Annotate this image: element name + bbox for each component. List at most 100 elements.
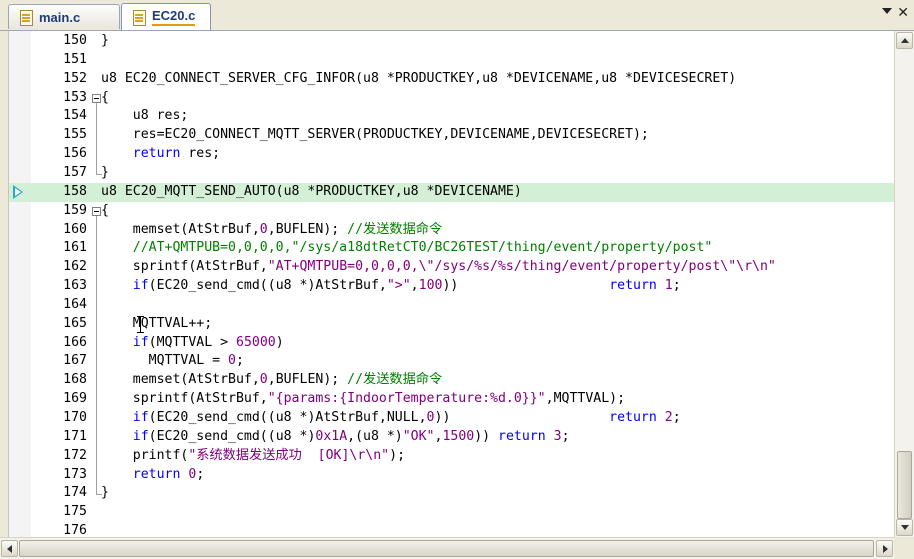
fold-guide-end xyxy=(96,173,102,175)
code-line[interactable]: 173 return 0; xyxy=(9,466,895,485)
code-line[interactable]: 165 MQTTVAL++; xyxy=(9,315,895,334)
tab-main-c[interactable]: main.c xyxy=(8,4,120,29)
line-number: 150 xyxy=(63,33,87,48)
code-token: return xyxy=(132,466,181,482)
line-number: 173 xyxy=(63,466,87,482)
code-line[interactable]: 169 sprintf(AtStrBuf,"{params:{IndoorTem… xyxy=(9,390,895,409)
code-token: ; xyxy=(196,466,205,482)
code-text: u8 EC20_CONNECT_SERVER_CFG_INFOR(u8 *PRO… xyxy=(101,70,736,89)
c-file-icon xyxy=(132,9,146,26)
code-token: ; xyxy=(236,353,244,369)
vertical-scroll-thumb[interactable] xyxy=(897,451,912,519)
code-line[interactable]: 166 if(MQTTVAL > 65000) xyxy=(9,334,895,353)
line-number: 166 xyxy=(63,334,87,350)
code-line[interactable]: 163 if(EC20_send_cmd((u8 *)AtStrBuf,">",… xyxy=(9,277,895,296)
code-line[interactable]: 152 u8 EC20_CONNECT_SERVER_CFG_INFOR(u8 *… xyxy=(9,70,895,89)
line-number: 152 xyxy=(63,70,87,86)
fold-minus-icon[interactable] xyxy=(92,93,101,103)
code-line[interactable]: 168 memset(AtStrBuf,0,BUFLEN); //发送数据命令 xyxy=(9,371,895,390)
code-token: 65000 xyxy=(236,334,276,350)
code-token: 1500 xyxy=(442,428,475,444)
code-token: } xyxy=(101,164,109,180)
code-token: if xyxy=(132,334,149,350)
code-line[interactable]: 161 //AT+QMTPUB=0,0,0,0,"/sys/a18dtRetCT… xyxy=(9,239,895,258)
fold-minus-icon[interactable] xyxy=(92,206,101,216)
code-text: memset(AtStrBuf,0,BUFLEN); //发送数据命令 xyxy=(101,221,442,240)
code-line[interactable]: 159 { xyxy=(9,202,895,221)
code-token: (EC20_send_cmd((u8 *)AtStrBuf,NULL, xyxy=(148,410,427,425)
code-text: printf("系统数据发送成功 [OK]\r\n"); xyxy=(101,447,405,466)
text-cursor-icon xyxy=(137,315,144,333)
code-token: ,BUFLEN); xyxy=(267,372,348,388)
code-text: if(EC20_send_cmd((u8 *)0x1A,(u8 *)"OK",1… xyxy=(101,428,570,447)
code-token: { xyxy=(101,89,109,105)
code-line[interactable]: 172 printf("系统数据发送成功 [OK]\r\n"); xyxy=(9,447,895,466)
code-token: if xyxy=(132,428,149,444)
code-token: ">" xyxy=(386,278,411,294)
close-icon[interactable]: ✕ xyxy=(897,6,909,20)
code-token: res; xyxy=(180,146,221,162)
code-text: return res; xyxy=(101,145,220,164)
code-line[interactable]: 171 if(EC20_send_cmd((u8 *)0x1A,(u8 *)"O… xyxy=(9,428,895,447)
code-line[interactable]: 151 xyxy=(9,51,895,70)
scroll-up-button[interactable] xyxy=(896,32,913,49)
code-line[interactable]: 167 MQTTVAL = 0; xyxy=(9,352,895,371)
code-line[interactable]: 158 u8 EC20_MQTT_SEND_AUTO(u8 *PRODUCTKEY… xyxy=(9,182,895,202)
code-line[interactable]: 170 if(EC20_send_cmd((u8 *)AtStrBuf,NULL… xyxy=(9,409,895,428)
code-token: u8 res; xyxy=(101,108,189,124)
code-text: return 0; xyxy=(101,466,205,485)
code-line[interactable]: 153 { xyxy=(9,89,895,108)
code-line[interactable]: 155 res=EC20_CONNECT_MQTT_SERVER(PRODUCT… xyxy=(9,126,895,145)
code-token: memset(AtStrBuf, xyxy=(101,372,260,388)
scroll-down-button[interactable] xyxy=(896,519,913,536)
code-line[interactable]: 175 xyxy=(9,503,895,522)
tab-bar: main.c EC20.c ✕ xyxy=(0,0,914,31)
code-token: (EC20_send_cmd((u8 *) xyxy=(148,428,316,444)
code-token: } xyxy=(101,33,109,48)
code-token: printf( xyxy=(101,447,189,463)
code-text: sprintf(AtStrBuf,"AT+QMTPUB=0,0,0,0,\"/s… xyxy=(101,258,776,277)
code-text: res=EC20_CONNECT_MQTT_SERVER(PRODUCTKEY,… xyxy=(101,126,649,145)
code-line[interactable]: 162 sprintf(AtStrBuf,"AT+QMTPUB=0,0,0,0,… xyxy=(9,258,895,277)
line-number: 170 xyxy=(63,410,87,425)
code-line[interactable]: 174} xyxy=(9,484,895,503)
scroll-left-button[interactable] xyxy=(1,540,18,557)
code-line[interactable]: 164 xyxy=(9,296,895,315)
code-line[interactable]: 160 memset(AtStrBuf,0,BUFLEN); //发送数据命令 xyxy=(9,221,895,240)
code-line[interactable]: 157} xyxy=(9,164,895,183)
horizontal-scrollbar[interactable] xyxy=(0,537,894,559)
code-token: ; xyxy=(672,278,681,294)
scroll-right-button[interactable] xyxy=(876,540,893,557)
code-text: memset(AtStrBuf,0,BUFLEN); //发送数据命令 xyxy=(101,371,442,390)
horizontal-scroll-thumb[interactable] xyxy=(19,540,874,557)
line-number: 172 xyxy=(63,447,87,463)
code-token: //发送数据命令 xyxy=(347,372,443,388)
code-editor[interactable]: 150} 151 152 u8 EC20_CONNECT_SERVER_CFG_INF… xyxy=(8,31,895,537)
code-token: "OK" xyxy=(402,428,435,444)
line-number: 165 xyxy=(63,315,87,331)
fold-guide xyxy=(96,102,97,174)
code-line[interactable]: 150} xyxy=(9,32,895,51)
line-number: 151 xyxy=(63,51,87,67)
line-number: 169 xyxy=(63,391,87,407)
code-line[interactable]: 156 return res; xyxy=(9,145,895,164)
code-token: 2 xyxy=(664,410,673,425)
line-number: 160 xyxy=(63,221,87,237)
tab-list-dropdown-icon[interactable] xyxy=(882,8,892,14)
vertical-scrollbar[interactable] xyxy=(894,31,914,537)
code-text: MQTTVAL = 0; xyxy=(101,352,244,371)
code-token: ,(u8 *) xyxy=(347,428,403,444)
tab-ec20-c[interactable]: EC20.c xyxy=(121,3,211,30)
code-token: 0x1A xyxy=(315,428,348,444)
code-token: 1 xyxy=(664,278,673,294)
tab-label: main.c xyxy=(39,9,81,25)
code-line[interactable]: 176 xyxy=(9,522,895,537)
code-token: (EC20_send_cmd((u8 *)AtStrBuf, xyxy=(148,278,387,294)
code-line[interactable]: 154 u8 res; xyxy=(9,107,895,126)
code-text: sprintf(AtStrBuf,"{params:{IndoorTempera… xyxy=(101,390,625,409)
line-number: 168 xyxy=(63,372,87,388)
code-token: ; xyxy=(561,428,570,444)
